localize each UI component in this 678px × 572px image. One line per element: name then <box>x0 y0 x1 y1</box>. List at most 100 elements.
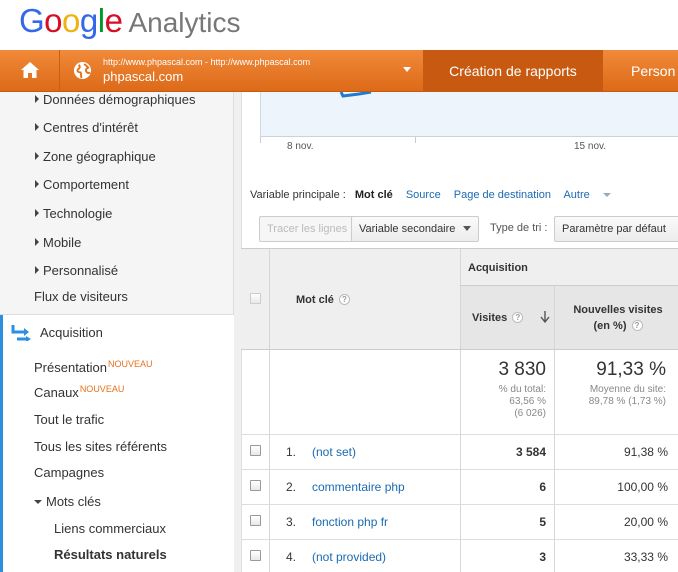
row-checkbox[interactable] <box>250 550 261 561</box>
grid-line <box>241 469 678 470</box>
sidebar-item-geo[interactable]: Zone géographique <box>0 149 234 164</box>
grid-line <box>269 249 270 572</box>
total-new-visits: 91,33 % <box>596 359 666 380</box>
row-new-visits: 20,00 % <box>623 515 668 529</box>
home-button[interactable] <box>0 50 60 92</box>
sidebar-item-behavior[interactable]: Comportement <box>0 177 234 192</box>
sidebar: Données démographiques Centres d'intérêt… <box>0 92 234 572</box>
grid-line <box>241 434 678 435</box>
grid-line <box>554 286 555 572</box>
caret-right-icon <box>35 152 39 160</box>
dimension-landing-page[interactable]: Page de destination <box>454 189 551 201</box>
sidebar-item-interests[interactable]: Centres d'intérêt <box>0 120 234 135</box>
sort-desc-icon[interactable] <box>540 311 550 323</box>
row-index: 1. <box>286 445 297 459</box>
sidebar-item-custom[interactable]: Personnalisé <box>0 263 234 278</box>
chevron-down-icon <box>403 67 411 72</box>
help-icon[interactable]: ? <box>512 312 524 323</box>
sidebar-item-technology[interactable]: Technologie <box>0 206 234 221</box>
sidebar-item-all-traffic[interactable]: Tout le trafic <box>0 412 234 427</box>
sidebar-item-mobile[interactable]: Mobile <box>0 235 234 250</box>
grid-line <box>241 349 678 350</box>
row-keyword-link[interactable]: commentaire php <box>312 480 405 494</box>
home-icon <box>21 62 39 78</box>
row-index: 4. <box>286 550 297 564</box>
caret-right-icon <box>35 123 39 131</box>
secondary-dimension-dropdown[interactable]: Variable secondaire <box>351 216 480 242</box>
grid-line <box>241 539 678 540</box>
help-icon[interactable]: ? <box>338 294 350 305</box>
chart-area <box>260 92 678 137</box>
sidebar-item-keywords[interactable]: Mots clés <box>0 494 234 509</box>
row-checkbox[interactable] <box>250 445 261 456</box>
plot-rows-button[interactable]: Tracer les lignes <box>259 216 356 242</box>
select-all-checkbox[interactable] <box>250 293 261 304</box>
total-visits: 3 830 <box>498 359 546 380</box>
tab-customization[interactable]: Person <box>603 50 678 92</box>
account-name: phpascal.com <box>103 69 184 84</box>
row-index: 3. <box>286 515 297 529</box>
globe-icon <box>73 61 92 80</box>
axis-gridline <box>415 137 416 143</box>
total-visits-subtext: % du total: 63,56 % (6 026) <box>498 384 546 419</box>
account-selector[interactable]: http://www.phpascal.com - http://www.php… <box>60 50 423 92</box>
sidebar-item-organic[interactable]: Résultats naturels <box>0 547 234 562</box>
chart-x-axis: 8 nov. 15 nov. <box>260 137 678 159</box>
sidebar-item-visitor-flow[interactable]: Flux de visiteurs <box>0 289 234 304</box>
sidebar-item-overview[interactable]: PrésentationNOUVEAU <box>0 359 234 375</box>
grid-line <box>460 249 461 572</box>
col-header-keyword[interactable]: Mot clé? <box>296 294 350 306</box>
col-header-visits[interactable]: Visites? <box>472 312 524 324</box>
axis-gridline <box>260 137 261 143</box>
product-name: Analytics <box>128 7 241 38</box>
active-section-indicator <box>0 315 3 572</box>
row-checkbox[interactable] <box>250 515 261 526</box>
account-url: http://www.phpascal.com - http://www.php… <box>103 57 311 67</box>
caret-right-icon <box>35 238 39 246</box>
row-visits: 3 <box>539 550 546 564</box>
grid-line <box>241 504 678 505</box>
row-visits: 5 <box>539 515 546 529</box>
row-keyword-link[interactable]: (not provided) <box>312 550 386 564</box>
group-header-acquisition: Acquisition <box>468 262 528 274</box>
sort-type-label: Type de tri : <box>490 222 548 234</box>
row-new-visits: 91,38 % <box>623 445 668 459</box>
sidebar-item-paid[interactable]: Liens commerciaux <box>0 521 234 536</box>
new-badge: NOUVEAU <box>79 384 125 394</box>
primary-dimension-label: Variable principale : <box>250 189 346 201</box>
grid-line <box>460 285 678 286</box>
row-new-visits: 100,00 % <box>617 480 668 494</box>
x-tick-label: 8 nov. <box>287 141 314 152</box>
total-new-visits-subtext: Moyenne du site: 89,78 % (1,73 %) <box>588 384 666 407</box>
sidebar-item-demographics[interactable]: Données démographiques <box>0 92 234 107</box>
chevron-down-icon <box>602 193 611 197</box>
acquisition-section: Acquisition PrésentationNOUVEAU CanauxNO… <box>0 315 234 572</box>
caret-right-icon <box>35 266 39 274</box>
caret-right-icon <box>35 209 39 217</box>
top-nav: http://www.phpascal.com - http://www.php… <box>0 50 678 92</box>
tab-reporting[interactable]: Création de rapports <box>423 50 603 92</box>
col-header-new-visits[interactable]: Nouvelles visites (en %)? <box>559 302 677 334</box>
row-visits: 6 <box>539 480 546 494</box>
sort-type-dropdown[interactable]: Paramètre par défaut <box>554 216 678 242</box>
sidebar-item-channels[interactable]: CanauxNOUVEAU <box>0 384 234 400</box>
caret-right-icon <box>35 95 39 103</box>
row-checkbox[interactable] <box>250 480 261 491</box>
sidebar-item-campaigns[interactable]: Campagnes <box>0 465 234 480</box>
data-table: Mot clé? Acquisition Visites? Nouvelles … <box>241 248 678 572</box>
x-tick-label: 15 nov. <box>574 141 607 152</box>
dimension-other-dropdown[interactable]: Autre <box>563 189 620 201</box>
chart-line <box>339 92 372 98</box>
google-analytics-logo[interactable]: Google Analytics <box>19 2 241 40</box>
caret-down-icon <box>34 500 42 504</box>
caret-right-icon <box>35 180 39 188</box>
dimension-source[interactable]: Source <box>406 189 441 201</box>
help-icon[interactable]: ? <box>631 320 643 331</box>
dimension-keyword[interactable]: Mot clé <box>355 189 393 201</box>
row-keyword-link[interactable]: (not set) <box>312 445 356 459</box>
sidebar-item-acquisition[interactable]: Acquisition <box>0 325 234 340</box>
row-keyword-link[interactable]: fonction php fr <box>312 515 388 529</box>
new-badge: NOUVEAU <box>108 359 153 369</box>
row-index: 2. <box>286 480 297 494</box>
sidebar-item-referrals[interactable]: Tous les sites référents <box>0 439 234 454</box>
